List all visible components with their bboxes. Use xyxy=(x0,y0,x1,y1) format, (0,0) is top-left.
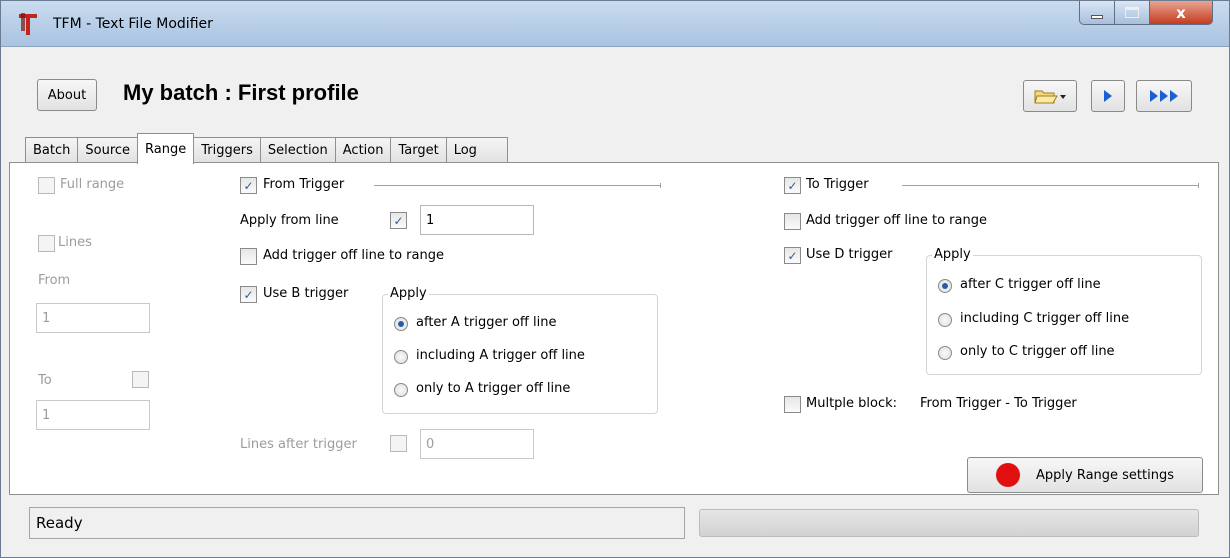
maximize-button[interactable] xyxy=(1114,1,1150,25)
tab-triggers[interactable]: Triggers xyxy=(193,137,261,163)
lines-after-trigger-label: Lines after trigger xyxy=(240,437,357,452)
play-all-icon xyxy=(1150,90,1178,102)
tab-source[interactable]: Source xyxy=(77,137,139,163)
close-icon: x xyxy=(1176,3,1186,22)
run-all-button[interactable] xyxy=(1136,80,1192,112)
add-trigger-off-line-c-checkbox[interactable] xyxy=(784,213,801,230)
window-title: TFM - Text File Modifier xyxy=(53,16,213,32)
tab-batch[interactable]: Batch xyxy=(25,137,79,163)
tab-bar: Batch Source Range Triggers Selection Ac… xyxy=(9,133,508,164)
lines-label: Lines xyxy=(58,235,92,250)
from-trigger-checkbox[interactable]: ✓ xyxy=(240,177,257,194)
folder-open-icon xyxy=(1034,90,1066,104)
only-to-c-trigger-radio[interactable] xyxy=(938,346,952,360)
to-trigger-checkbox[interactable]: ✓ xyxy=(784,177,801,194)
minimize-button[interactable] xyxy=(1079,1,1115,25)
only-to-c-trigger-label: only to C trigger off line xyxy=(960,344,1115,359)
batch-title: My batch : First profile xyxy=(123,80,359,105)
status-bar: Ready xyxy=(9,501,1219,541)
including-c-trigger-label: including C trigger off line xyxy=(960,311,1130,326)
including-c-trigger-radio[interactable] xyxy=(938,313,952,327)
lines-after-trigger-checkbox[interactable] xyxy=(390,435,407,452)
apply-range-settings-button[interactable]: Apply Range settings xyxy=(967,457,1203,493)
client-area: About My batch : First profile Batch Sou… xyxy=(9,49,1221,549)
use-b-trigger-label: Use B trigger xyxy=(263,286,349,301)
multiple-block-checkbox[interactable] xyxy=(784,396,801,413)
only-to-a-trigger-label: only to A trigger off line xyxy=(416,381,571,396)
including-a-trigger-label: including A trigger off line xyxy=(416,348,585,363)
use-d-trigger-label: Use D trigger xyxy=(806,247,893,262)
from-trigger-separator xyxy=(374,185,660,186)
to-checkbox[interactable] xyxy=(132,371,149,388)
progress-bar xyxy=(699,509,1199,537)
tab-selection[interactable]: Selection xyxy=(259,137,336,163)
apply-from-line-input[interactable]: 1 xyxy=(420,205,534,235)
use-b-trigger-checkbox[interactable]: ✓ xyxy=(240,286,257,303)
range-panel: Full range Lines From 1 To 1 ✓ From Trig… xyxy=(9,162,1219,495)
add-trigger-off-line-a-checkbox[interactable] xyxy=(240,248,257,265)
to-trigger-separator xyxy=(902,185,1198,186)
add-trigger-off-line-c-label: Add trigger off line to range xyxy=(806,213,987,228)
tab-log[interactable]: Log xyxy=(445,137,508,163)
to-label: To xyxy=(38,373,52,388)
app-window: TFM - Text File Modifier x About My batc… xyxy=(0,0,1230,558)
from-label: From xyxy=(38,273,71,288)
apply-range-settings-label: Apply Range settings xyxy=(1035,467,1174,483)
to-trigger-label: To Trigger xyxy=(806,177,869,192)
apply-c-group-title: Apply xyxy=(932,247,973,262)
multiple-block-label: Multple block: xyxy=(806,396,898,411)
after-c-trigger-radio[interactable] xyxy=(938,279,952,293)
lines-checkbox[interactable] xyxy=(38,235,55,252)
play-icon xyxy=(1104,90,1112,102)
tfm-logo-icon xyxy=(19,13,37,35)
apply-from-line-checkbox[interactable]: ✓ xyxy=(390,212,407,229)
close-button[interactable]: x xyxy=(1149,1,1213,25)
from-trigger-label: From Trigger xyxy=(263,177,345,192)
about-button[interactable]: About xyxy=(37,79,97,111)
add-trigger-off-line-a-label: Add trigger off line to range xyxy=(263,248,444,263)
maximize-icon xyxy=(1125,7,1139,18)
use-d-trigger-checkbox[interactable]: ✓ xyxy=(784,247,801,264)
tab-action[interactable]: Action xyxy=(334,137,392,163)
open-button[interactable] xyxy=(1023,80,1077,112)
multiple-block-value: From Trigger - To Trigger xyxy=(920,396,1077,411)
full-range-label: Full range xyxy=(60,177,125,192)
lines-after-trigger-input[interactable]: 0 xyxy=(420,429,534,459)
including-a-trigger-radio[interactable] xyxy=(394,350,408,364)
red-circle-icon xyxy=(995,463,1020,487)
status-text: Ready xyxy=(29,507,685,539)
after-c-trigger-label: after C trigger off line xyxy=(960,277,1101,292)
tab-range[interactable]: Range xyxy=(137,133,195,164)
tab-target[interactable]: Target xyxy=(390,137,447,163)
minimize-icon xyxy=(1091,14,1103,19)
full-range-checkbox[interactable] xyxy=(38,177,55,194)
apply-a-group-title: Apply xyxy=(388,286,429,301)
after-a-trigger-label: after A trigger off line xyxy=(416,315,557,330)
run-button[interactable] xyxy=(1091,80,1125,112)
from-line-input[interactable]: 1 xyxy=(36,303,150,333)
apply-from-line-label: Apply from line xyxy=(240,213,339,228)
only-to-a-trigger-radio[interactable] xyxy=(394,383,408,397)
to-line-input[interactable]: 1 xyxy=(36,400,150,430)
after-a-trigger-radio[interactable] xyxy=(394,317,408,331)
title-bar[interactable]: TFM - Text File Modifier x xyxy=(1,1,1229,47)
